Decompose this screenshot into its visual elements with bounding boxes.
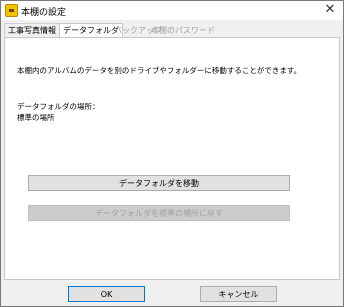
tab-construction-photo-info[interactable]: 工事写真情報 bbox=[4, 23, 60, 38]
app-icon bbox=[5, 4, 18, 17]
data-folder-panel: 本棚内のアルバムのデータを別のドライブやフォルダーに移動することができます。 デ… bbox=[4, 37, 340, 280]
tab-bookshelf-password: 本棚のパスワード bbox=[151, 26, 215, 35]
reset-data-folder-button: データフォルダを標準の場所に戻す bbox=[28, 205, 290, 221]
settings-dialog: 本棚の設定 ✕ 工事写真情報 データフォルダ バックアップ 本棚のパスワード 本… bbox=[0, 0, 344, 307]
cancel-button[interactable]: キャンセル bbox=[200, 286, 277, 302]
close-icon[interactable]: ✕ bbox=[323, 3, 337, 17]
move-data-folder-button[interactable]: データフォルダを移動 bbox=[28, 175, 290, 191]
description-text: 本棚内のアルバムのデータを別のドライブやフォルダーに移動することができます。 bbox=[17, 66, 302, 75]
location-label: データフォルダの場所： bbox=[17, 102, 100, 111]
window-title: 本棚の設定 bbox=[21, 8, 67, 18]
location-value: 標準の場所 bbox=[17, 113, 55, 122]
ok-button[interactable]: OK bbox=[68, 286, 145, 302]
title-bar: 本棚の設定 ✕ bbox=[1, 1, 343, 20]
